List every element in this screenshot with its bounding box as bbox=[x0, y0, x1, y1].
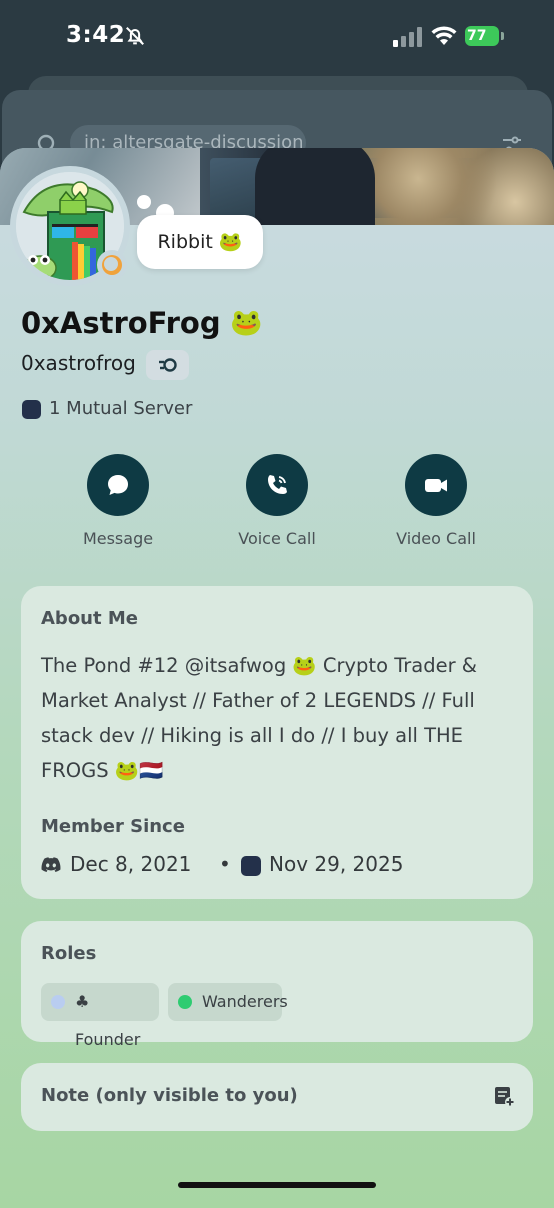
message-button[interactable]: Message bbox=[59, 454, 179, 554]
status-bar: 3:42 77 bbox=[0, 0, 554, 80]
wifi-icon bbox=[431, 26, 457, 45]
about-me-title: About Me bbox=[41, 608, 138, 629]
video-call-label: Video Call bbox=[396, 529, 476, 548]
mutual-servers-link[interactable]: 1 Mutual Server bbox=[49, 398, 192, 419]
role-pill-founder[interactable]: ♣ Founder bbox=[41, 983, 159, 1049]
message-circle bbox=[87, 454, 149, 516]
moon-shape bbox=[102, 255, 122, 275]
add-note-icon[interactable] bbox=[493, 1085, 515, 1107]
custom-status-bubble[interactable]: Ribbit 🐸 bbox=[137, 215, 263, 269]
phone-icon bbox=[268, 475, 287, 494]
discord-join-date: Dec 8, 2021 bbox=[70, 852, 192, 876]
date-separator: • bbox=[219, 852, 231, 876]
battery-tip bbox=[501, 32, 504, 40]
bell-slash-icon bbox=[126, 27, 144, 45]
server-icon bbox=[22, 400, 41, 419]
cellular-signal-icon bbox=[393, 27, 422, 47]
role-color-dot bbox=[51, 995, 65, 1009]
nitro-icon bbox=[159, 358, 177, 372]
display-name: 0xAstroFrog bbox=[21, 306, 221, 340]
roles-title: Roles bbox=[41, 943, 97, 964]
note-title: Note (only visible to you) bbox=[41, 1085, 298, 1106]
server-icon bbox=[241, 856, 261, 876]
idle-status-icon bbox=[97, 250, 127, 280]
role-color-dot bbox=[178, 995, 192, 1009]
nitro-badge[interactable] bbox=[146, 350, 189, 380]
voice-call-button[interactable]: Voice Call bbox=[218, 454, 338, 554]
home-indicator[interactable] bbox=[178, 1182, 376, 1188]
battery-level: 77 bbox=[465, 26, 499, 46]
voice-call-circle bbox=[246, 454, 308, 516]
role-pill-wanderers[interactable]: Wanderers bbox=[168, 983, 288, 1021]
role-name: Wanderers bbox=[202, 992, 288, 1011]
banner-rocks bbox=[360, 148, 554, 225]
moon-cutout bbox=[104, 257, 118, 271]
video-call-circle bbox=[405, 454, 467, 516]
video-call-button[interactable]: Video Call bbox=[377, 454, 497, 554]
username[interactable]: 0xastrofrog bbox=[21, 351, 136, 375]
voice-call-label: Voice Call bbox=[238, 529, 316, 548]
message-label: Message bbox=[82, 529, 154, 548]
banner-person bbox=[255, 148, 375, 225]
server-join-date: Nov 29, 2025 bbox=[269, 852, 404, 876]
frog-emoji-icon: 🐸 bbox=[230, 308, 263, 338]
bio-text: The Pond #12 @itsafwog 🐸 Crypto Trader &… bbox=[41, 654, 478, 782]
battery-indicator: 77 bbox=[465, 26, 505, 46]
about-me-card: About Me The Pond #12 @itsafwog 🐸 Crypto… bbox=[21, 586, 533, 899]
chat-bubble-icon bbox=[108, 475, 128, 495]
video-camera-icon bbox=[425, 479, 447, 492]
clock-time: 3:42 bbox=[66, 22, 126, 48]
roles-card: Roles ♣ Founder Wanderers bbox=[21, 921, 533, 1049]
member-since-title: Member Since bbox=[41, 816, 185, 837]
thought-dot-small bbox=[137, 195, 151, 209]
note-card[interactable]: Note (only visible to you) bbox=[21, 1063, 533, 1131]
discord-icon bbox=[41, 857, 61, 872]
role-name: ♣ Founder bbox=[75, 992, 141, 1049]
